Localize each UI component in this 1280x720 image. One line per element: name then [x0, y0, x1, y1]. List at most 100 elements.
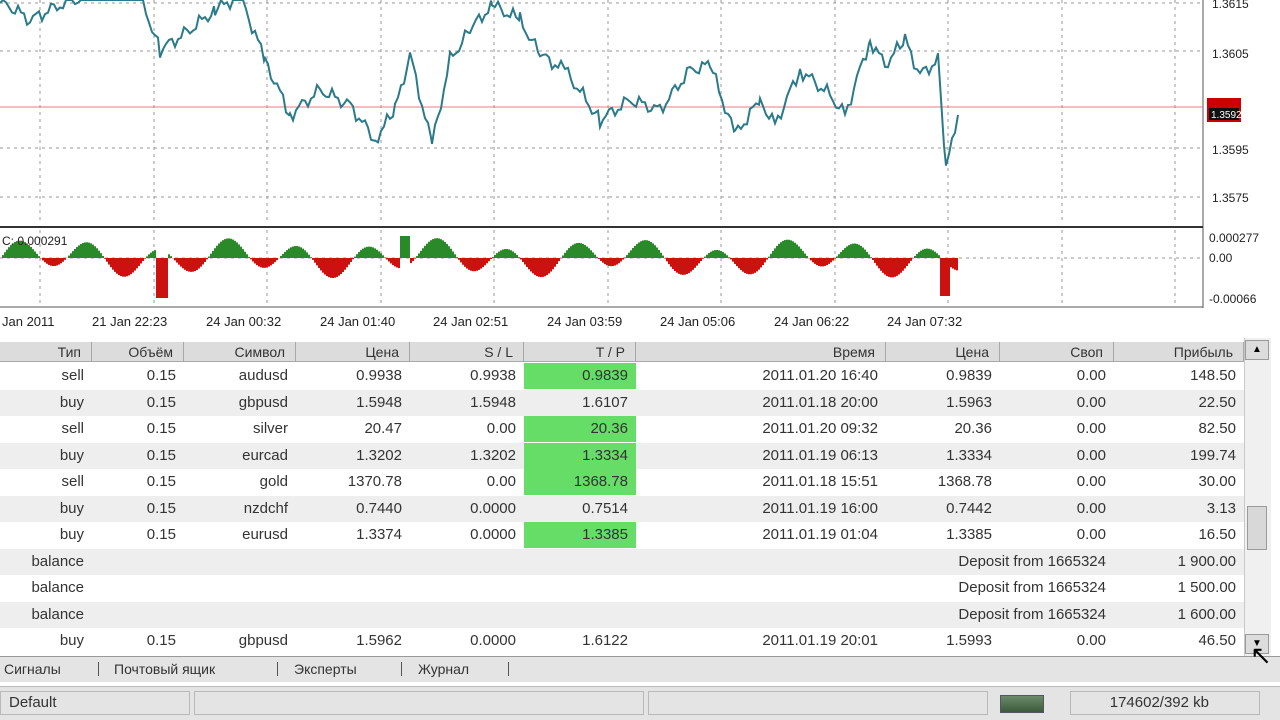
column-header[interactable]: Время: [636, 342, 886, 362]
table-row[interactable]: buy 0.15 gbpusd 1.5948 1.5948 1.6107 2011.01.1…: [0, 389, 1244, 416]
histogram-bar: [42, 258, 44, 261]
histogram-bar: [102, 255, 104, 258]
table-cell: 2011.01.18 15:51: [762, 473, 878, 490]
histogram-bar: [878, 258, 880, 269]
histogram-bar: [654, 245, 656, 258]
histogram-bar: [464, 258, 466, 267]
tab-experts[interactable]: Эксперты: [294, 657, 357, 682]
vertical-scrollbar[interactable]: ▲ ▼: [1244, 338, 1271, 656]
table-cell: buy: [59, 446, 84, 464]
histogram-bar: [616, 258, 618, 265]
histogram-bar: [504, 249, 506, 258]
histogram-bar: [364, 247, 366, 258]
table-row[interactable]: balance Deposit from 1665324 1 500.00: [0, 575, 1244, 601]
histogram-bar: [876, 258, 878, 266]
table-row[interactable]: buy 0.15 eurcad 1.3202 1.3202 1.3334 2011.01.1…: [0, 442, 1244, 469]
table-cell: 2011.01.19 01:04: [762, 526, 878, 543]
table-cell: Deposit from 1665324: [958, 552, 1106, 570]
histogram-bar: [160, 258, 162, 298]
histogram-bar: [530, 258, 532, 272]
histogram-bar: [542, 258, 544, 277]
tab-journal[interactable]: Журнал: [418, 657, 469, 682]
histogram-bar: [424, 245, 426, 258]
histogram-bar: [496, 253, 498, 258]
column-header[interactable]: T / P: [524, 342, 636, 362]
histogram-bar: [740, 258, 742, 271]
histogram-bar: [494, 254, 496, 258]
scroll-up-icon[interactable]: ▲: [1245, 340, 1269, 360]
histogram-bar: [410, 258, 412, 264]
histogram-bar: [736, 258, 738, 267]
histogram-bar: [56, 258, 58, 266]
histogram-bar: [294, 246, 296, 258]
scroll-thumb[interactable]: [1247, 506, 1267, 550]
histogram-bar: [372, 247, 374, 258]
table-row[interactable]: buy 0.15 nzdchf 0.7440 0.0000 0.7514 2011.01.1…: [0, 495, 1244, 522]
chart-canvas[interactable]: 1.3592 1.3615 1.3605 1.3595 1.3575 C: 0.…: [0, 0, 1280, 338]
histogram-bar: [894, 258, 896, 277]
histogram-bar: [58, 258, 60, 265]
table-cell: 1368.78: [524, 469, 636, 495]
histogram-bar: [118, 258, 120, 276]
histogram-bar: [68, 255, 70, 258]
histogram-bar: [472, 258, 474, 272]
histogram-bar: [818, 258, 820, 266]
table-cell: 1.6122: [582, 632, 628, 649]
table-cell: 0.00: [486, 420, 516, 437]
table-cell: 1 900.00: [1177, 552, 1236, 570]
histogram-bar: [46, 258, 48, 264]
table-cell: 0.15: [146, 632, 176, 649]
price-chart[interactable]: 1.3592 1.3615 1.3605 1.3595 1.3575 C: 0.…: [0, 0, 1280, 338]
histogram-bar: [856, 243, 858, 258]
histogram-bar: [416, 256, 418, 258]
histogram-bar: [242, 249, 244, 258]
column-header[interactable]: S / L: [410, 342, 524, 362]
column-header[interactable]: Объём: [92, 342, 184, 362]
table-row[interactable]: sell 0.15 gold 1370.78 0.00 1368.78 2011.01.18…: [0, 469, 1244, 495]
table-cell: buy: [59, 526, 84, 543]
histogram-bar: [858, 244, 860, 258]
account-history-table[interactable]: Тип Объём Символ Цена S / LT / P Время Цена Сво…: [0, 338, 1280, 656]
histogram-bar: [198, 258, 200, 269]
histogram-bar: [760, 258, 762, 268]
histogram-bar: [642, 240, 644, 258]
histogram-bar: [80, 244, 82, 258]
table-cell: 0.9839: [946, 367, 992, 384]
histogram-bar: [392, 258, 394, 266]
histogram-bar: [432, 239, 434, 258]
table-cell: 2011.01.18 20:00: [762, 393, 878, 411]
table-cell: 1.5948: [356, 393, 402, 411]
column-header[interactable]: Тип: [0, 342, 92, 362]
table-cell: balance: [31, 579, 84, 596]
histogram-bar: [844, 248, 846, 258]
column-header[interactable]: Прибыль: [1114, 342, 1244, 362]
histogram-bar: [54, 258, 56, 266]
histogram-bar: [838, 254, 840, 258]
histogram-bar: [732, 258, 734, 262]
table-row[interactable]: balance Deposit from 1665324 1 600.00: [0, 601, 1244, 628]
column-header[interactable]: Символ: [184, 342, 296, 362]
table-row[interactable]: sell 0.15 audusd 0.9938 0.9938 0.9839 2011.01.…: [0, 363, 1244, 389]
table-cell: 0.00: [1076, 420, 1106, 437]
tab-mailbox[interactable]: Почтовый ящик: [114, 657, 215, 682]
histogram-bar: [398, 258, 400, 269]
histogram-bar: [284, 251, 286, 258]
column-header[interactable]: Своп: [1000, 342, 1114, 362]
histogram-bar: [794, 242, 796, 258]
histogram-bar: [378, 251, 380, 258]
histogram-bar: [644, 240, 646, 258]
histogram-bar: [148, 254, 150, 258]
column-header[interactable]: Цена: [296, 342, 410, 362]
histogram-bar: [370, 246, 372, 258]
column-header[interactable]: Цена: [886, 342, 1000, 362]
table-row[interactable]: buy 0.15 gbpusd 1.5962 0.0000 1.6122 2011.01.1…: [0, 628, 1244, 654]
table-row[interactable]: buy 0.15 eurusd 1.3374 0.0000 1.3385 2011.01.1…: [0, 522, 1244, 548]
histogram-bar: [802, 251, 804, 258]
histogram-bar: [688, 258, 690, 273]
histogram-bar: [186, 258, 188, 271]
histogram-bar: [892, 258, 894, 278]
table-row[interactable]: sell 0.15 silver 20.47 0.00 20.36 2011.01.20 0…: [0, 416, 1244, 442]
table-row[interactable]: balance Deposit from 1665324 1 900.00: [0, 548, 1244, 575]
histogram-bar: [638, 242, 640, 258]
tab-signals[interactable]: Сигналы: [4, 657, 61, 682]
